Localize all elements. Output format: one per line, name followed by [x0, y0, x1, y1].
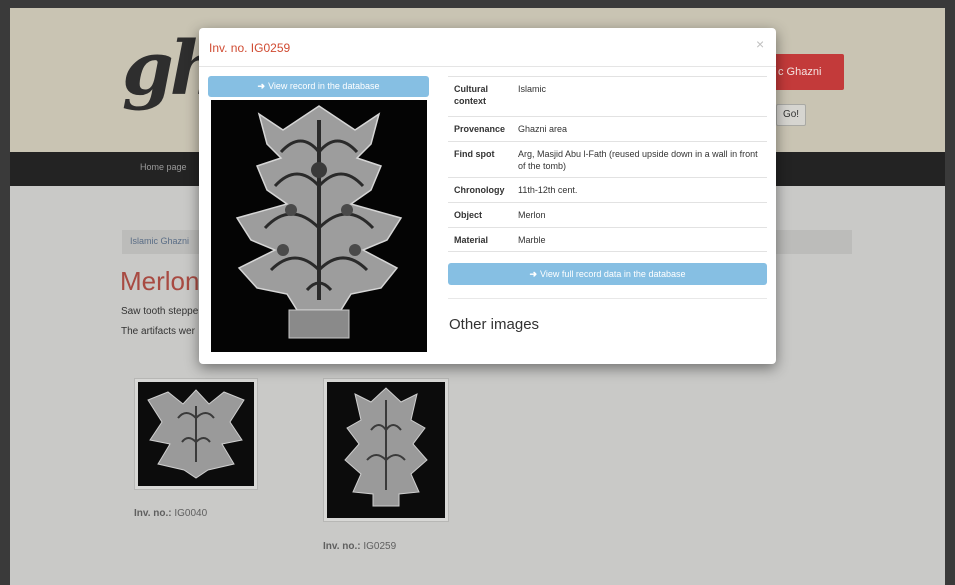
info-row-chronology: Chronology 11th-12th cent.	[448, 177, 767, 202]
info-row-object: Object Merlon	[448, 202, 767, 227]
info-label: Object	[454, 210, 483, 220]
arrow-right-icon: ➜	[529, 269, 538, 279]
breadcrumb-link[interactable]: Islamic Ghazni	[130, 236, 189, 246]
info-label: Cultural context	[454, 84, 489, 106]
thumbnail-image	[327, 382, 445, 518]
info-label: Provenance	[454, 124, 506, 134]
info-label: Find spot	[454, 149, 495, 159]
modal-header-divider	[199, 66, 776, 67]
description-line-2: The artifacts wer	[121, 326, 195, 337]
info-row-provenance: Provenance Ghazni area	[448, 116, 767, 141]
info-row-material: Material Marble	[448, 227, 767, 252]
page-title: Merlon	[120, 266, 200, 296]
arrow-right-icon: ➜	[257, 81, 266, 91]
record-info-table: Cultural context Islamic Provenance Ghaz…	[448, 76, 767, 252]
thumbnail-caption: Inv. no.: IG0040	[134, 508, 208, 519]
record-modal: Inv. no. IG0259 × ➜ View record in the da…	[199, 28, 776, 364]
nav-home-link[interactable]: Home page	[140, 162, 187, 172]
info-row-find-spot: Find spot Arg, Masjid Abu l-Fath (reused…	[448, 141, 767, 177]
description-line-1: Saw tooth steppe	[121, 306, 199, 317]
thumbnail-caption: Inv. no.: IG0259	[323, 541, 397, 552]
thumbnail-image	[138, 382, 254, 486]
info-value: Merlon	[518, 210, 546, 220]
other-images-heading: Other images	[449, 316, 540, 333]
view-record-button[interactable]: ➜ View record in the database	[208, 76, 429, 97]
thumbnail-ig0259[interactable]	[323, 378, 449, 522]
info-label: Material	[454, 235, 489, 245]
info-value: Islamic	[518, 84, 547, 94]
info-label: Chronology	[454, 185, 505, 195]
go-button[interactable]: Go!	[776, 104, 806, 126]
thumbnail-ig0040[interactable]	[134, 378, 258, 490]
close-icon[interactable]: ×	[756, 36, 764, 52]
ghazni-button[interactable]: c Ghazni	[772, 54, 844, 90]
section-divider	[448, 298, 767, 299]
view-full-record-button[interactable]: ➜ View full record data in the database	[448, 263, 767, 285]
info-value: 11th-12th cent.	[518, 185, 578, 195]
info-value: Marble	[518, 235, 546, 245]
info-value: Ghazni area	[518, 124, 568, 134]
info-value: Arg, Masjid Abu l-Fath (reused upside do…	[518, 149, 758, 171]
modal-title: Inv. no. IG0259	[209, 41, 291, 55]
merlon-image	[211, 100, 427, 352]
info-row-cultural-context: Cultural context Islamic	[448, 76, 767, 116]
